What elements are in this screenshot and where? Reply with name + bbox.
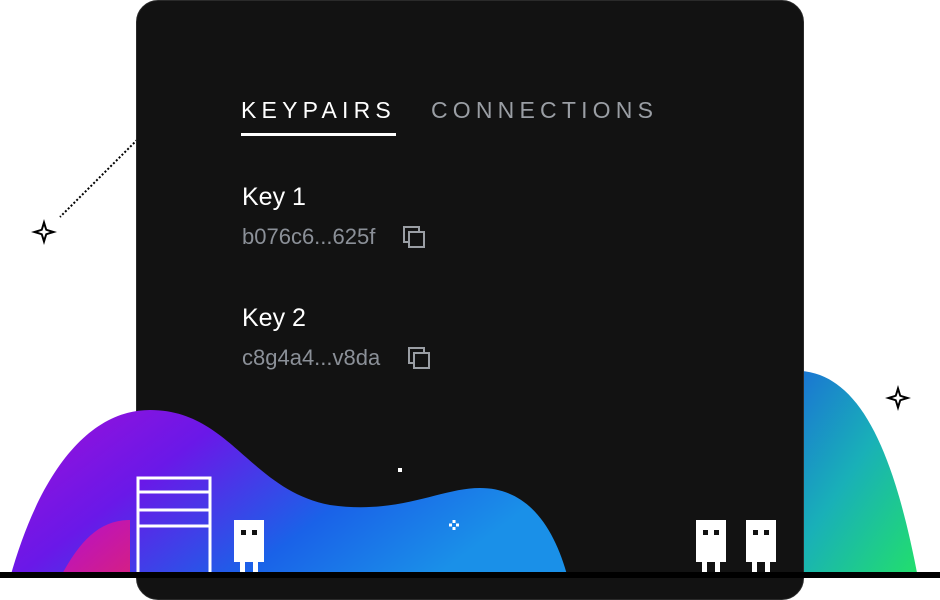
keypair-item: Key 2 c8g4a4...v8da xyxy=(242,303,432,371)
tab-bar: KEYPAIRS CONNECTIONS xyxy=(241,97,658,136)
copy-icon[interactable] xyxy=(401,224,427,250)
bottom-border xyxy=(0,572,940,578)
keypair-hash: c8g4a4...v8da xyxy=(242,345,381,370)
tab-keypairs[interactable]: KEYPAIRS xyxy=(241,97,396,136)
sparkle-icon xyxy=(31,219,57,245)
keypair-item: Key 1 b076c6...625f xyxy=(242,182,427,250)
keypair-name: Key 2 xyxy=(242,304,306,332)
copy-icon[interactable] xyxy=(406,345,432,371)
tab-connections[interactable]: CONNECTIONS xyxy=(431,97,658,136)
sparkle-icon xyxy=(885,385,911,411)
wallet-panel: KEYPAIRS CONNECTIONS Key 1 b076c6...625f… xyxy=(136,0,804,600)
keypair-hash: b076c6...625f xyxy=(242,224,376,249)
keypair-name: Key 1 xyxy=(242,183,306,211)
